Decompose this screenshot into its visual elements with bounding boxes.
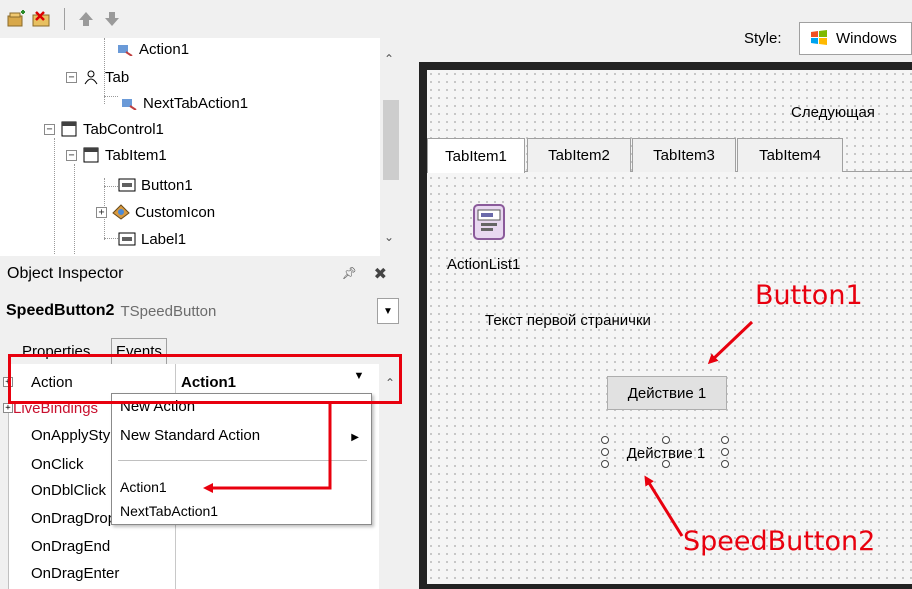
- next-button-label[interactable]: Следующая: [791, 104, 875, 121]
- submenu-arrow-icon: ▶: [351, 432, 359, 443]
- resize-handle[interactable]: [721, 436, 729, 444]
- property-name: OnDblClick: [31, 481, 107, 499]
- style-bar: Style: Windows: [403, 0, 912, 60]
- form-frame: Следующая TabItem1 TabItem2 TabItem3 Tab…: [419, 62, 912, 589]
- object-inspector-title: Object Inspector: [7, 265, 124, 282]
- tree-item-label: TabItem1: [105, 146, 167, 164]
- delete-item-icon[interactable]: [32, 8, 54, 30]
- tree-item-label1[interactable]: Label1: [118, 226, 186, 252]
- component-selector[interactable]: SpeedButton2 TSpeedButton ▼: [0, 292, 403, 330]
- grid-row-ondragend[interactable]: OnDragEnd: [9, 534, 380, 558]
- scroll-thumb[interactable]: [383, 100, 399, 180]
- tree-item-nexttabaction1[interactable]: NextTabAction1: [120, 90, 248, 116]
- collapse-icon[interactable]: −: [66, 71, 77, 83]
- tab-tabitem2[interactable]: TabItem2: [527, 138, 631, 172]
- add-item-icon[interactable]: [6, 8, 28, 30]
- button-icon: [118, 177, 136, 193]
- page-text-label: Текст первой странички: [485, 312, 651, 329]
- tree-item-label: Tab: [105, 68, 130, 86]
- structure-tree: Action1 − Tab NextTabAction1 − TabContro…: [0, 38, 380, 256]
- resize-handle[interactable]: [662, 436, 670, 444]
- resize-handle[interactable]: [601, 448, 609, 456]
- style-label: Style:: [744, 30, 782, 47]
- actionlist-label: ActionList1: [447, 256, 521, 273]
- resize-handle[interactable]: [601, 436, 609, 444]
- property-name: OnClick: [31, 455, 84, 473]
- tabcontrol-icon: [60, 121, 78, 137]
- property-name: OnDragEnd: [31, 537, 111, 555]
- highlight-box: [8, 354, 402, 404]
- action-icon: [116, 41, 134, 57]
- tab-page: ActionList1 Текст первой странички Дейст…: [427, 172, 912, 584]
- tree-item-label: TabControl1: [83, 120, 164, 138]
- resize-handle[interactable]: [721, 448, 729, 456]
- tree-item-button1[interactable]: Button1: [118, 172, 193, 198]
- grid-row-ondragenter[interactable]: OnDragEnter: [9, 561, 380, 585]
- action-dropdown-menu: New Action New Standard Action ▶ Action1…: [111, 393, 372, 525]
- style-value: Windows: [836, 30, 897, 47]
- scroll-down-icon[interactable]: ⌄: [384, 230, 394, 244]
- action-icon: [120, 95, 138, 111]
- menu-item-new-standard-action[interactable]: New Standard Action: [120, 427, 260, 444]
- tree-item-label: NextTabAction1: [143, 94, 249, 112]
- tree-item-label: Button1: [141, 176, 193, 194]
- resize-handle[interactable]: [601, 460, 609, 468]
- menu-item-action1[interactable]: Action1: [120, 479, 167, 495]
- label-icon: [118, 231, 136, 247]
- property-name: OnDragDrop: [31, 509, 117, 527]
- tree-item-label: Label1: [141, 230, 187, 248]
- tab-tabitem3[interactable]: TabItem3: [632, 138, 736, 172]
- tree-item-customicon[interactable]: + CustomIcon: [96, 199, 215, 225]
- expand-icon[interactable]: +: [96, 206, 107, 218]
- tree-item-label: CustomIcon: [135, 203, 216, 221]
- annotation-button1: Button1: [755, 280, 863, 311]
- menu-item-nexttabaction1[interactable]: NextTabAction1: [120, 503, 218, 519]
- button1[interactable]: Действие 1: [607, 376, 727, 410]
- ide-window: Action1 − Tab NextTabAction1 − TabContro…: [0, 0, 912, 589]
- style-selector[interactable]: Windows: [799, 22, 912, 55]
- pin-icon[interactable]: 📌︎: [342, 266, 357, 280]
- tree-item-tabitem1[interactable]: − TabItem1: [66, 142, 167, 168]
- customicon-icon: [112, 204, 130, 220]
- resize-handle[interactable]: [721, 460, 729, 468]
- object-inspector-header: Object Inspector 📌︎ ✖: [0, 256, 403, 292]
- expand-icon[interactable]: +: [3, 403, 13, 413]
- tree-item-tabcontrol1[interactable]: − TabControl1: [44, 116, 164, 142]
- close-icon[interactable]: ✖: [374, 264, 387, 284]
- collapse-icon[interactable]: −: [66, 149, 77, 161]
- actionlist-icon[interactable]: [473, 204, 505, 240]
- tab-control: TabItem1 TabItem2 TabItem3 TabItem4: [427, 138, 912, 173]
- left-panel: Action1 − Tab NextTabAction1 − TabContro…: [0, 0, 403, 589]
- tabitem-icon: [82, 147, 100, 163]
- annotation-speedbutton2: SpeedButton2: [683, 526, 876, 557]
- menu-separator: [118, 460, 367, 461]
- scroll-up-icon[interactable]: ⌃: [384, 52, 394, 66]
- collapse-icon[interactable]: −: [44, 123, 55, 135]
- toolbar-separator: [64, 8, 65, 30]
- form-designer: Style: Windows Следующая TabItem1 TabIte…: [403, 0, 912, 589]
- move-up-icon[interactable]: [75, 8, 97, 30]
- property-name: OnDragEnter: [31, 564, 120, 582]
- selected-component-name: SpeedButton2: [6, 302, 115, 319]
- tab-tabitem1[interactable]: TabItem1: [427, 138, 525, 173]
- tree-item-tab[interactable]: − Tab: [66, 64, 129, 90]
- speedbutton2-label: Действие 1: [626, 444, 706, 462]
- people-icon: [82, 69, 100, 85]
- tab-tabitem4[interactable]: TabItem4: [737, 138, 843, 172]
- move-down-icon[interactable]: [101, 8, 123, 30]
- tree-item-label: Action1: [139, 40, 190, 58]
- form-canvas[interactable]: Следующая TabItem1 TabItem2 TabItem3 Tab…: [427, 70, 912, 584]
- chevron-down-icon[interactable]: ▼: [377, 298, 399, 324]
- selected-component-type: TSpeedButton: [120, 302, 217, 320]
- tree-scrollbar[interactable]: ⌃ ⌄: [380, 38, 403, 256]
- structure-toolbar: [0, 0, 403, 38]
- windows-logo-icon: [810, 28, 828, 50]
- tree-item-action1[interactable]: Action1: [116, 38, 189, 62]
- resize-handle[interactable]: [662, 460, 670, 468]
